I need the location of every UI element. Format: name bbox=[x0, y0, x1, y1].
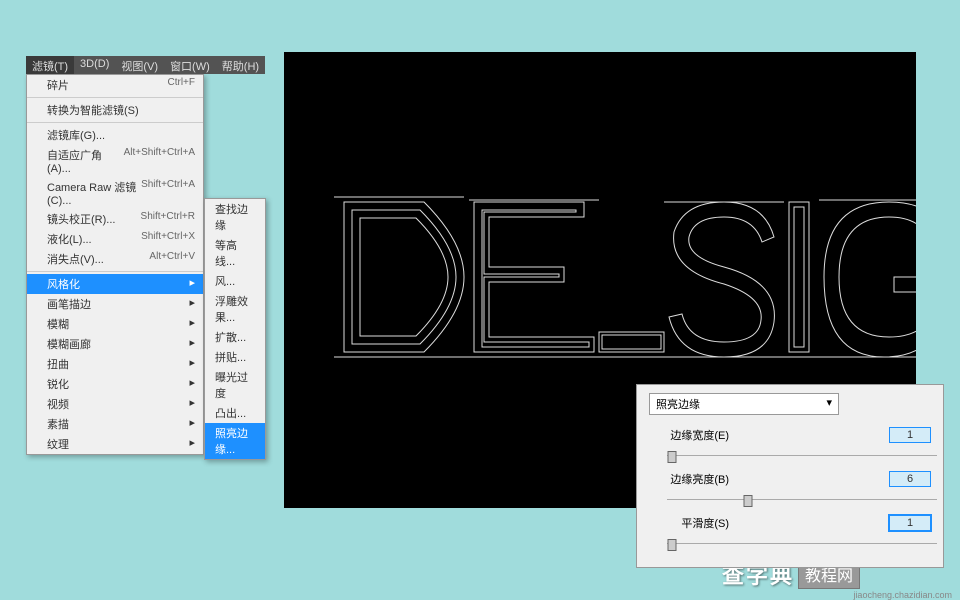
watermark-url: jiaocheng.chazidian.com bbox=[853, 590, 952, 600]
menu-label: 风格化 bbox=[47, 276, 80, 292]
menu-label: 扭曲 bbox=[47, 356, 69, 372]
chevron-right-icon: ▸ bbox=[189, 296, 195, 312]
glowing-edges-panel: 照亮边缘 ▾ 边缘宽度(E) 1 边缘亮度(B) 6 平滑度(S) 1 bbox=[636, 384, 944, 568]
slider-track bbox=[667, 543, 937, 544]
smoothness-label: 平滑度(S) bbox=[649, 515, 729, 531]
menu-brush-stroke[interactable]: 画笔描边 ▸ bbox=[27, 294, 203, 314]
submenu-find-edges[interactable]: 查找边缘 bbox=[205, 199, 265, 235]
edge-width-label: 边缘宽度(E) bbox=[649, 427, 729, 443]
stylize-submenu: 查找边缘 等高线... 风... 浮雕效果... 扩散... 拼贴... 曝光过… bbox=[204, 198, 266, 460]
menu-label: 素描 bbox=[47, 416, 69, 432]
menu-filter-gallery[interactable]: 滤镜库(G)... bbox=[27, 125, 203, 145]
filter-dropdown-menu: 碎片 Ctrl+F 转换为智能滤镜(S) 滤镜库(G)... 自适应广角(A).… bbox=[26, 74, 204, 455]
menu-shortcut: Alt+Ctrl+V bbox=[149, 251, 195, 267]
menu-label: 视频 bbox=[47, 396, 69, 412]
menu-shortcut: Shift+Ctrl+X bbox=[141, 231, 195, 247]
chevron-right-icon: ▸ bbox=[189, 416, 195, 432]
chevron-right-icon: ▸ bbox=[189, 436, 195, 452]
filter-name-select[interactable]: 照亮边缘 ▾ bbox=[649, 393, 839, 415]
edge-width-slider[interactable] bbox=[667, 449, 937, 463]
edge-brightness-value[interactable]: 6 bbox=[889, 471, 931, 487]
menu-video[interactable]: 视频 ▸ bbox=[27, 394, 203, 414]
menu-label: 转换为智能滤镜(S) bbox=[47, 102, 139, 118]
menu-separator bbox=[27, 122, 203, 123]
menu-label: 模糊画廊 bbox=[47, 336, 91, 352]
menu-shortcut: Shift+Ctrl+R bbox=[141, 211, 195, 227]
menu-label: 消失点(V)... bbox=[47, 251, 104, 267]
menu-liquify[interactable]: 液化(L)... Shift+Ctrl+X bbox=[27, 229, 203, 249]
menu-label: 滤镜库(G)... bbox=[47, 127, 105, 143]
smoothness-row: 平滑度(S) 1 bbox=[649, 515, 931, 531]
chevron-right-icon: ▸ bbox=[189, 396, 195, 412]
chevron-down-icon: ▾ bbox=[826, 396, 832, 412]
filter-name-label: 照亮边缘 bbox=[656, 396, 700, 412]
smoothness-value[interactable]: 1 bbox=[889, 515, 931, 531]
submenu-contour[interactable]: 等高线... bbox=[205, 235, 265, 271]
menu-label: 液化(L)... bbox=[47, 231, 92, 247]
menu-sharpen[interactable]: 锐化 ▸ bbox=[27, 374, 203, 394]
chevron-right-icon: ▸ bbox=[189, 376, 195, 392]
menu-shortcut: Ctrl+F bbox=[168, 77, 196, 93]
submenu-diffuse[interactable]: 扩散... bbox=[205, 327, 265, 347]
menu-texture[interactable]: 纹理 ▸ bbox=[27, 434, 203, 454]
menubar-window[interactable]: 窗口(W) bbox=[164, 56, 216, 74]
menu-separator bbox=[27, 97, 203, 98]
menu-label: 镜头校正(R)... bbox=[47, 211, 115, 227]
slider-thumb[interactable] bbox=[744, 495, 753, 507]
menu-label: 画笔描边 bbox=[47, 296, 91, 312]
chevron-right-icon: ▸ bbox=[189, 316, 195, 332]
menu-label: Camera Raw 滤镜(C)... bbox=[47, 179, 141, 207]
chevron-right-icon: ▸ bbox=[189, 276, 195, 292]
menu-label: 模糊 bbox=[47, 316, 69, 332]
menubar-filter[interactable]: 滤镜(T) bbox=[26, 56, 74, 74]
edge-width-row: 边缘宽度(E) 1 bbox=[649, 427, 931, 443]
submenu-glowing-edges[interactable]: 照亮边缘... bbox=[205, 423, 265, 459]
menu-convert-smart[interactable]: 转换为智能滤镜(S) bbox=[27, 100, 203, 120]
submenu-tiles[interactable]: 拼贴... bbox=[205, 347, 265, 367]
menu-shortcut: Alt+Shift+Ctrl+A bbox=[124, 147, 195, 175]
menu-vanishing-point[interactable]: 消失点(V)... Alt+Ctrl+V bbox=[27, 249, 203, 269]
menu-sketch[interactable]: 素描 ▸ bbox=[27, 414, 203, 434]
menu-camera-raw[interactable]: Camera Raw 滤镜(C)... Shift+Ctrl+A bbox=[27, 177, 203, 209]
slider-track bbox=[667, 499, 937, 500]
menu-label: 自适应广角(A)... bbox=[47, 147, 124, 175]
slider-track bbox=[667, 455, 937, 456]
menu-label: 纹理 bbox=[47, 436, 69, 452]
menu-separator bbox=[27, 271, 203, 272]
menubar: 滤镜(T) 3D(D) 视图(V) 窗口(W) 帮助(H) bbox=[26, 56, 265, 74]
menubar-help[interactable]: 帮助(H) bbox=[216, 56, 265, 74]
menu-shortcut: Shift+Ctrl+A bbox=[141, 179, 195, 207]
menu-lens-correction[interactable]: 镜头校正(R)... Shift+Ctrl+R bbox=[27, 209, 203, 229]
edge-brightness-slider[interactable] bbox=[667, 493, 937, 507]
edge-width-value[interactable]: 1 bbox=[889, 427, 931, 443]
smoothness-slider[interactable] bbox=[667, 537, 937, 551]
submenu-solarize[interactable]: 曝光过度 bbox=[205, 367, 265, 403]
menubar-3d[interactable]: 3D(D) bbox=[74, 56, 115, 74]
submenu-extrude[interactable]: 凸出... bbox=[205, 403, 265, 423]
menu-recent-filter[interactable]: 碎片 Ctrl+F bbox=[27, 75, 203, 95]
menu-blur-gallery[interactable]: 模糊画廊 ▸ bbox=[27, 334, 203, 354]
submenu-emboss[interactable]: 浮雕效果... bbox=[205, 291, 265, 327]
slider-thumb[interactable] bbox=[668, 451, 677, 463]
menu-label: 锐化 bbox=[47, 376, 69, 392]
chevron-right-icon: ▸ bbox=[189, 356, 195, 372]
menu-distort[interactable]: 扭曲 ▸ bbox=[27, 354, 203, 374]
menubar-view[interactable]: 视图(V) bbox=[115, 56, 164, 74]
menu-label: 碎片 bbox=[47, 77, 69, 93]
menu-blur[interactable]: 模糊 ▸ bbox=[27, 314, 203, 334]
menu-adaptive-wide[interactable]: 自适应广角(A)... Alt+Shift+Ctrl+A bbox=[27, 145, 203, 177]
edge-brightness-label: 边缘亮度(B) bbox=[649, 471, 729, 487]
edge-brightness-row: 边缘亮度(B) 6 bbox=[649, 471, 931, 487]
menu-stylize[interactable]: 风格化 ▸ bbox=[27, 274, 203, 294]
slider-thumb[interactable] bbox=[668, 539, 677, 551]
submenu-wind[interactable]: 风... bbox=[205, 271, 265, 291]
chevron-right-icon: ▸ bbox=[189, 336, 195, 352]
